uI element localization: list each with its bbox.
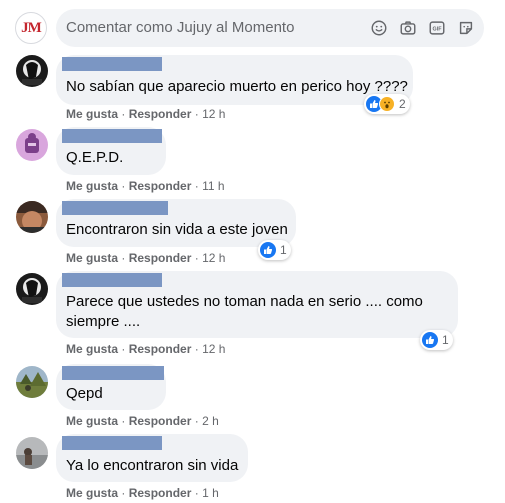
comment-text: Parece que ustedes no toman nada en seri… bbox=[66, 293, 423, 330]
reaction-summary[interactable]: 2 bbox=[364, 94, 410, 114]
separator: · bbox=[121, 342, 126, 356]
avatar[interactable] bbox=[16, 366, 48, 398]
separator: · bbox=[121, 414, 126, 428]
comment-actions: Me gusta · Responder · 11 h bbox=[66, 179, 225, 193]
separator: · bbox=[194, 179, 199, 193]
redacted-author-name[interactable] bbox=[62, 366, 164, 380]
reply-link[interactable]: Responder bbox=[129, 107, 192, 121]
reaction-summary[interactable]: 1 bbox=[420, 330, 453, 350]
redacted-author-name[interactable] bbox=[62, 129, 162, 143]
avatar[interactable] bbox=[16, 437, 48, 469]
comment-actions: Me gusta · Responder · 1 h bbox=[66, 486, 219, 500]
comment-bubble: Encontraron sin vida a este joven bbox=[56, 199, 296, 247]
comment-composer: JM Comentar como Jujuy al Momento GIF bbox=[0, 0, 505, 56]
comment-text: No sabían que aparecio muerto en perico … bbox=[66, 78, 408, 95]
camera-icon[interactable] bbox=[398, 18, 418, 38]
reply-link[interactable]: Responder bbox=[129, 414, 192, 428]
reply-link[interactable]: Responder bbox=[129, 342, 192, 356]
separator: · bbox=[194, 414, 199, 428]
reply-link[interactable]: Responder bbox=[129, 179, 192, 193]
reply-link[interactable]: Responder bbox=[129, 251, 192, 265]
wow-reaction-icon bbox=[379, 96, 395, 112]
comment-bubble: Parece que ustedes no toman nada en seri… bbox=[56, 271, 458, 338]
comment-bubble: Qepd bbox=[56, 364, 166, 410]
separator: · bbox=[121, 486, 126, 500]
redacted-author-name[interactable] bbox=[62, 273, 162, 287]
reaction-count: 1 bbox=[442, 333, 449, 347]
comment-actions: Me gusta · Responder · 12 h bbox=[66, 251, 225, 265]
like-link[interactable]: Me gusta bbox=[66, 107, 118, 121]
comment-text: Ya lo encontraron sin vida bbox=[66, 457, 239, 474]
like-link[interactable]: Me gusta bbox=[66, 414, 118, 428]
page-avatar[interactable]: JM bbox=[15, 12, 47, 44]
separator: · bbox=[194, 486, 199, 500]
timestamp[interactable]: 12 h bbox=[202, 342, 225, 356]
timestamp[interactable]: 1 h bbox=[202, 486, 219, 500]
like-link[interactable]: Me gusta bbox=[66, 251, 118, 265]
avatar[interactable] bbox=[16, 55, 48, 87]
comment-input-placeholder: Comentar como Jujuy al Momento bbox=[66, 19, 295, 36]
like-reaction-icon bbox=[260, 242, 276, 258]
separator: · bbox=[121, 251, 126, 265]
like-link[interactable]: Me gusta bbox=[66, 179, 118, 193]
comment-text: Q.E.P.D. bbox=[66, 149, 124, 166]
reaction-count: 1 bbox=[280, 243, 287, 257]
redacted-author-name[interactable] bbox=[62, 57, 162, 71]
reaction-summary[interactable]: 1 bbox=[258, 240, 291, 260]
timestamp[interactable]: 12 h bbox=[202, 107, 225, 121]
separator: · bbox=[194, 251, 199, 265]
redacted-author-name[interactable] bbox=[62, 201, 168, 215]
emoji-icon[interactable] bbox=[369, 18, 389, 38]
like-link[interactable]: Me gusta bbox=[66, 486, 118, 500]
redacted-author-name[interactable] bbox=[62, 436, 162, 450]
like-link[interactable]: Me gusta bbox=[66, 342, 118, 356]
comment-text: Qepd bbox=[66, 385, 103, 402]
avatar[interactable] bbox=[16, 273, 48, 305]
comment-bubble: Q.E.P.D. bbox=[56, 127, 166, 175]
comment-bubble: Ya lo encontraron sin vida bbox=[56, 434, 248, 482]
like-reaction-icon bbox=[422, 332, 438, 348]
comment-actions: Me gusta · Responder · 12 h bbox=[66, 342, 225, 356]
gif-icon[interactable]: GIF bbox=[427, 18, 447, 38]
comment-actions: Me gusta · Responder · 2 h bbox=[66, 414, 219, 428]
avatar[interactable] bbox=[16, 201, 48, 233]
timestamp[interactable]: 2 h bbox=[202, 414, 219, 428]
comment-bubble: No sabían que aparecio muerto en perico … bbox=[56, 55, 413, 105]
comment-actions: Me gusta · Responder · 12 h bbox=[66, 107, 225, 121]
separator: · bbox=[121, 107, 126, 121]
separator: · bbox=[194, 342, 199, 356]
separator: · bbox=[121, 179, 126, 193]
timestamp[interactable]: 12 h bbox=[202, 251, 225, 265]
reply-link[interactable]: Responder bbox=[129, 486, 192, 500]
separator: · bbox=[194, 107, 199, 121]
sticker-icon[interactable] bbox=[456, 18, 476, 38]
comment-input[interactable]: Comentar como Jujuy al Momento GIF bbox=[56, 9, 484, 47]
avatar[interactable] bbox=[16, 129, 48, 161]
svg-text:GIF: GIF bbox=[433, 26, 443, 32]
reaction-count: 2 bbox=[399, 97, 406, 111]
timestamp[interactable]: 11 h bbox=[202, 179, 224, 193]
comment-text: Encontraron sin vida a este joven bbox=[66, 221, 288, 238]
